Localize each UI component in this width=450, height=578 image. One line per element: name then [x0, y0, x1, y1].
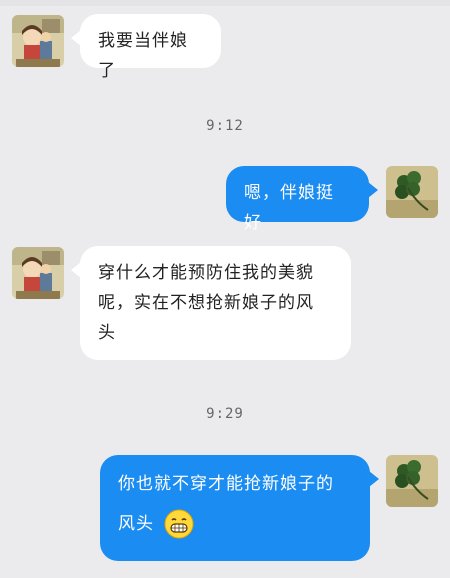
message-text: 嗯，伴娘挺好	[244, 183, 334, 233]
message-bubble-incoming[interactable]: 穿什么才能预防住我的美貌 呢，实在不想抢新娘子的风 头	[71, 246, 351, 360]
message-text-line: 头	[98, 323, 116, 343]
clover-avatar-icon	[386, 166, 438, 218]
message-text-line: 呢，实在不想抢新娘子的风	[98, 293, 314, 313]
my-avatar[interactable]	[386, 166, 438, 218]
timestamp: 9:29	[206, 406, 244, 422]
message-text-line: 穿什么才能预防住我的美貌	[98, 263, 314, 283]
message-text: 我要当伴娘了	[98, 31, 188, 81]
top-edge	[0, 0, 450, 6]
message-text-line: 风头	[118, 514, 154, 534]
friend-avatar[interactable]	[12, 15, 64, 67]
friend-avatar[interactable]	[12, 247, 64, 299]
cartoon-girl-avatar-icon	[12, 15, 64, 67]
my-avatar[interactable]	[386, 455, 438, 507]
grinning-face-emoji-icon	[164, 509, 194, 539]
timestamp: 9:12	[206, 118, 244, 134]
message-text-line: 你也就不穿才能抢新娘子的	[118, 474, 334, 494]
message-bubble-incoming[interactable]: 我要当伴娘了	[71, 14, 221, 81]
clover-avatar-icon	[386, 455, 438, 507]
cartoon-girl-avatar-icon	[12, 247, 64, 299]
message-bubble-outgoing[interactable]: 你也就不穿才能抢新娘子的 风头	[100, 455, 379, 561]
message-bubble-outgoing[interactable]: 嗯，伴娘挺好	[226, 166, 378, 233]
